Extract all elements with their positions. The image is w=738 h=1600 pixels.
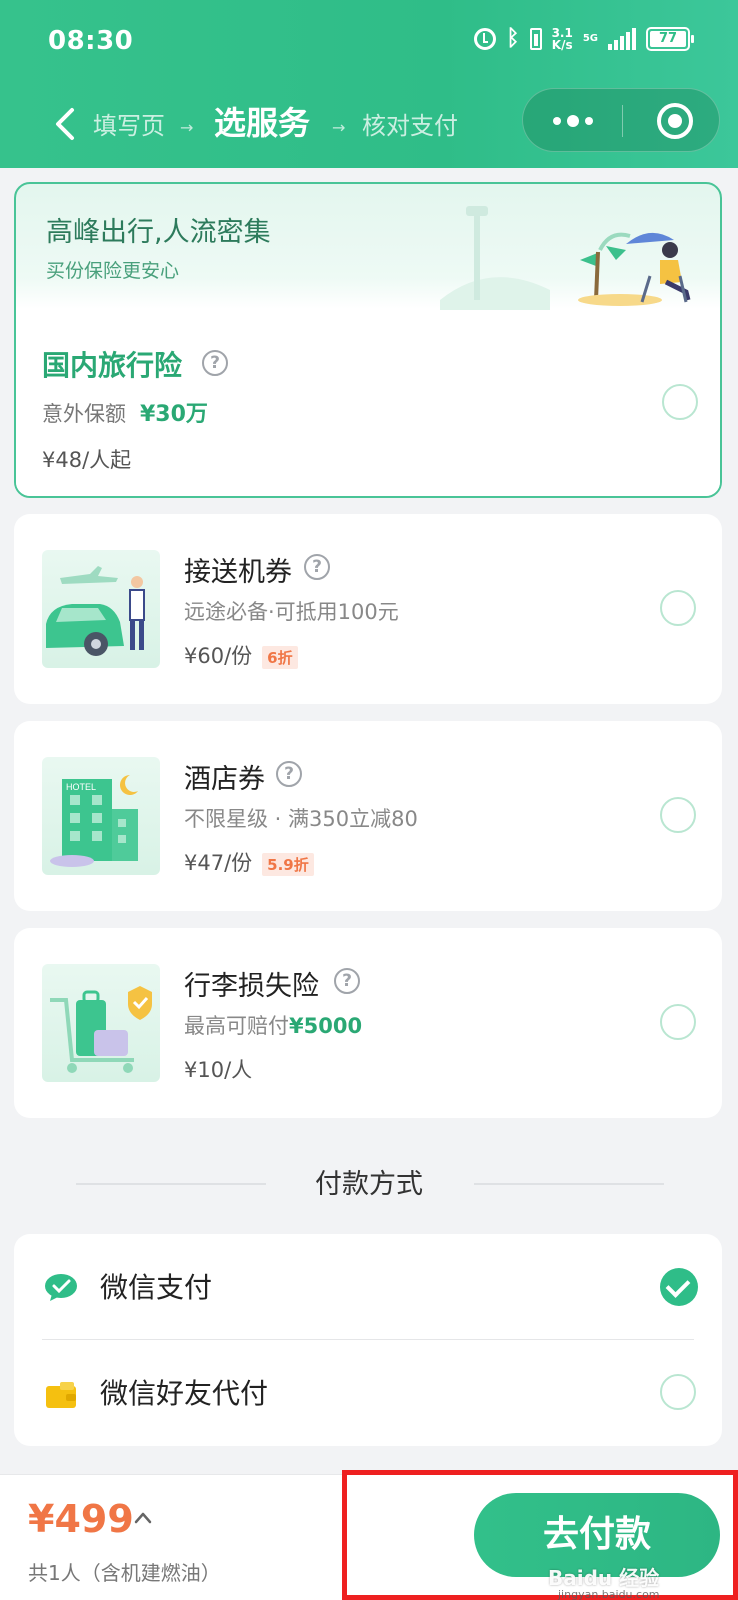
max-compensation-amount: ¥5000 [289, 1014, 363, 1038]
more-dots-icon[interactable] [553, 111, 597, 131]
wallet-icon [46, 1382, 76, 1408]
help-icon[interactable]: ? [276, 761, 302, 787]
service-card-airport-transfer[interactable]: 接送机券 ? 远途必备·可抵用100元 ¥60/份 6折 [14, 514, 722, 704]
service-price: ¥60/份 [184, 644, 253, 668]
battery-saver-icon [529, 27, 542, 50]
service-desc: 远途必备·可抵用100元 [184, 600, 399, 624]
service-desc: 最高可赔付¥5000 [184, 1010, 362, 1040]
battery-icon: 77 [646, 26, 694, 51]
capsule-divider [622, 105, 623, 137]
travel-insurance-option[interactable]: 国内旅行险 ? 意外保额 ¥30万 ¥48/人起 [16, 310, 720, 496]
payment-select-checkbox[interactable] [660, 1374, 696, 1410]
service-card-luggage-insurance[interactable]: 行李损失险 ? 最高可赔付¥5000 ¥10/人 [14, 928, 722, 1118]
payment-label: 微信支付 [100, 1271, 213, 1304]
service-title: 酒店券 [184, 764, 265, 795]
service-price-row: ¥60/份 6折 [184, 640, 298, 670]
step-fill-page: 填写页 [93, 112, 165, 140]
help-icon[interactable]: ? [202, 350, 228, 376]
luggage-icon [42, 964, 160, 1082]
discount-badge: 6折 [262, 645, 298, 669]
service-price-row: ¥47/份 5.9折 [184, 847, 314, 877]
step-arrow: → [180, 118, 194, 137]
nav-bar: 填写页 → 选服务 → 核对支付 [0, 84, 738, 168]
total-price: ¥499 [28, 1497, 134, 1541]
network-speed: 3.1 K/s [552, 27, 573, 51]
max-compensation-label: 最高可赔付 [184, 1014, 289, 1038]
payment-label: 微信好友代付 [100, 1377, 269, 1410]
payment-section-title: 付款方式 [315, 1169, 423, 1200]
service-card-hotel[interactable]: HOTEL 酒店券 ? 不限星级 · 满350立减80 ¥47/份 5.9折 [14, 721, 722, 911]
service-select-checkbox[interactable] [660, 797, 696, 833]
step-verify-pay: 核对支付 [362, 112, 458, 140]
insurance-price: ¥48/人起 [42, 448, 132, 472]
back-icon[interactable] [50, 104, 80, 144]
mini-program-capsule [522, 88, 720, 152]
insurance-select-checkbox[interactable] [662, 384, 698, 420]
beach-illustration [440, 206, 691, 312]
status-icons: ᛒ 3.1 K/s 5G 77 [474, 26, 694, 51]
network-type: 5G [582, 33, 598, 44]
help-icon[interactable]: ? [334, 968, 360, 994]
wechat-pay-icon [45, 1274, 77, 1301]
close-target-icon[interactable] [657, 103, 693, 139]
baidu-watermark: Baidu 经验 [548, 1566, 660, 1590]
status-time: 08:30 [48, 26, 134, 56]
step-select-service: 选服务 [214, 104, 311, 142]
signal-icon [608, 27, 636, 50]
coverage-label: 意外保额 [42, 402, 126, 426]
payment-section-header: 付款方式 [0, 1160, 738, 1200]
service-title: 行李损失险 [184, 971, 319, 1002]
insurance-name: 国内旅行险 [42, 349, 183, 382]
payment-selected-check[interactable] [660, 1268, 698, 1306]
divider-line [474, 1183, 664, 1185]
status-bar: 08:30 ᛒ 3.1 K/s 5G 77 [0, 0, 738, 84]
service-desc: 不限星级 · 满350立减80 [184, 807, 418, 831]
payment-method-wechat[interactable]: 微信支付 [14, 1234, 722, 1338]
watermark-url: jingyan.baidu.com [558, 1588, 660, 1600]
banner-subtitle: 买份保险更安心 [46, 260, 180, 282]
service-title: 接送机券 [184, 557, 292, 588]
hotel-image-label: HOTEL [66, 782, 96, 792]
service-price: ¥10/人 [184, 1058, 253, 1082]
hotel-icon: HOTEL [42, 757, 160, 875]
help-icon[interactable]: ? [304, 554, 330, 580]
car-pickup-icon [42, 550, 160, 668]
chevron-up-icon[interactable] [134, 1509, 152, 1527]
total-note: 共1人（含机建燃油） [28, 1561, 221, 1585]
battery-level: 77 [650, 30, 686, 47]
bluetooth-icon: ᛒ [506, 26, 520, 51]
payment-method-friend-pay[interactable]: 微信好友代付 [14, 1340, 722, 1444]
step-arrow: → [332, 118, 346, 137]
payment-methods: 微信支付 微信好友代付 [14, 1234, 722, 1446]
service-select-checkbox[interactable] [660, 1004, 696, 1040]
speed-unit: K/s [551, 37, 573, 52]
banner-title: 高峰出行,人流密集 [46, 217, 271, 248]
service-price: ¥47/份 [184, 851, 253, 875]
header: 08:30 ᛒ 3.1 K/s 5G 77 填写页 → 选服务 → 核对支付 [0, 0, 738, 168]
insurance-banner: 高峰出行,人流密集 买份保险更安心 国内旅行险 ? 意外保额 ¥30万 ¥48/… [14, 182, 722, 498]
discount-badge: 5.9折 [262, 852, 314, 876]
speed-value: 3.1 [551, 25, 573, 40]
coverage-amount: ¥30万 [140, 402, 208, 427]
service-select-checkbox[interactable] [660, 590, 696, 626]
alarm-icon [474, 27, 497, 50]
